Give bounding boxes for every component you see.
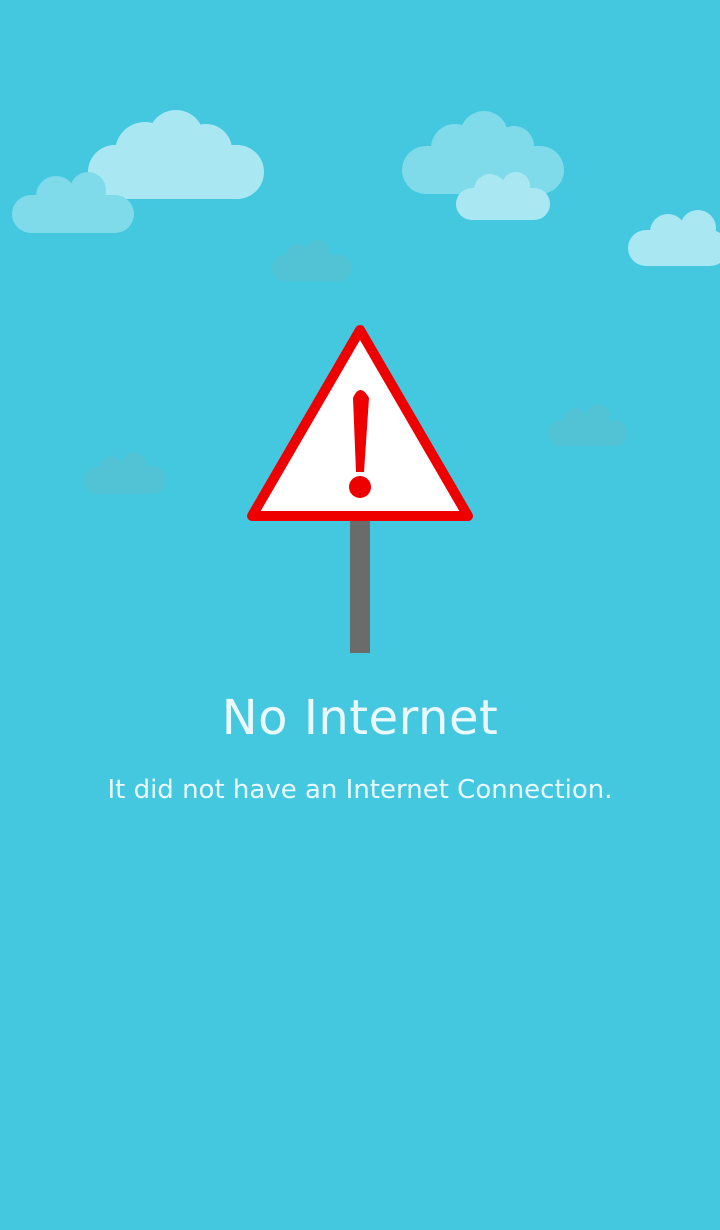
sign-pole: [350, 520, 370, 653]
scene-illustration: [0, 0, 720, 1230]
connection-error-message: It did not have an Internet Connection.: [107, 775, 613, 805]
no-internet-screen: No Internet It did not have an Internet …: [0, 0, 720, 1230]
page-title: No Internet: [221, 690, 499, 746]
